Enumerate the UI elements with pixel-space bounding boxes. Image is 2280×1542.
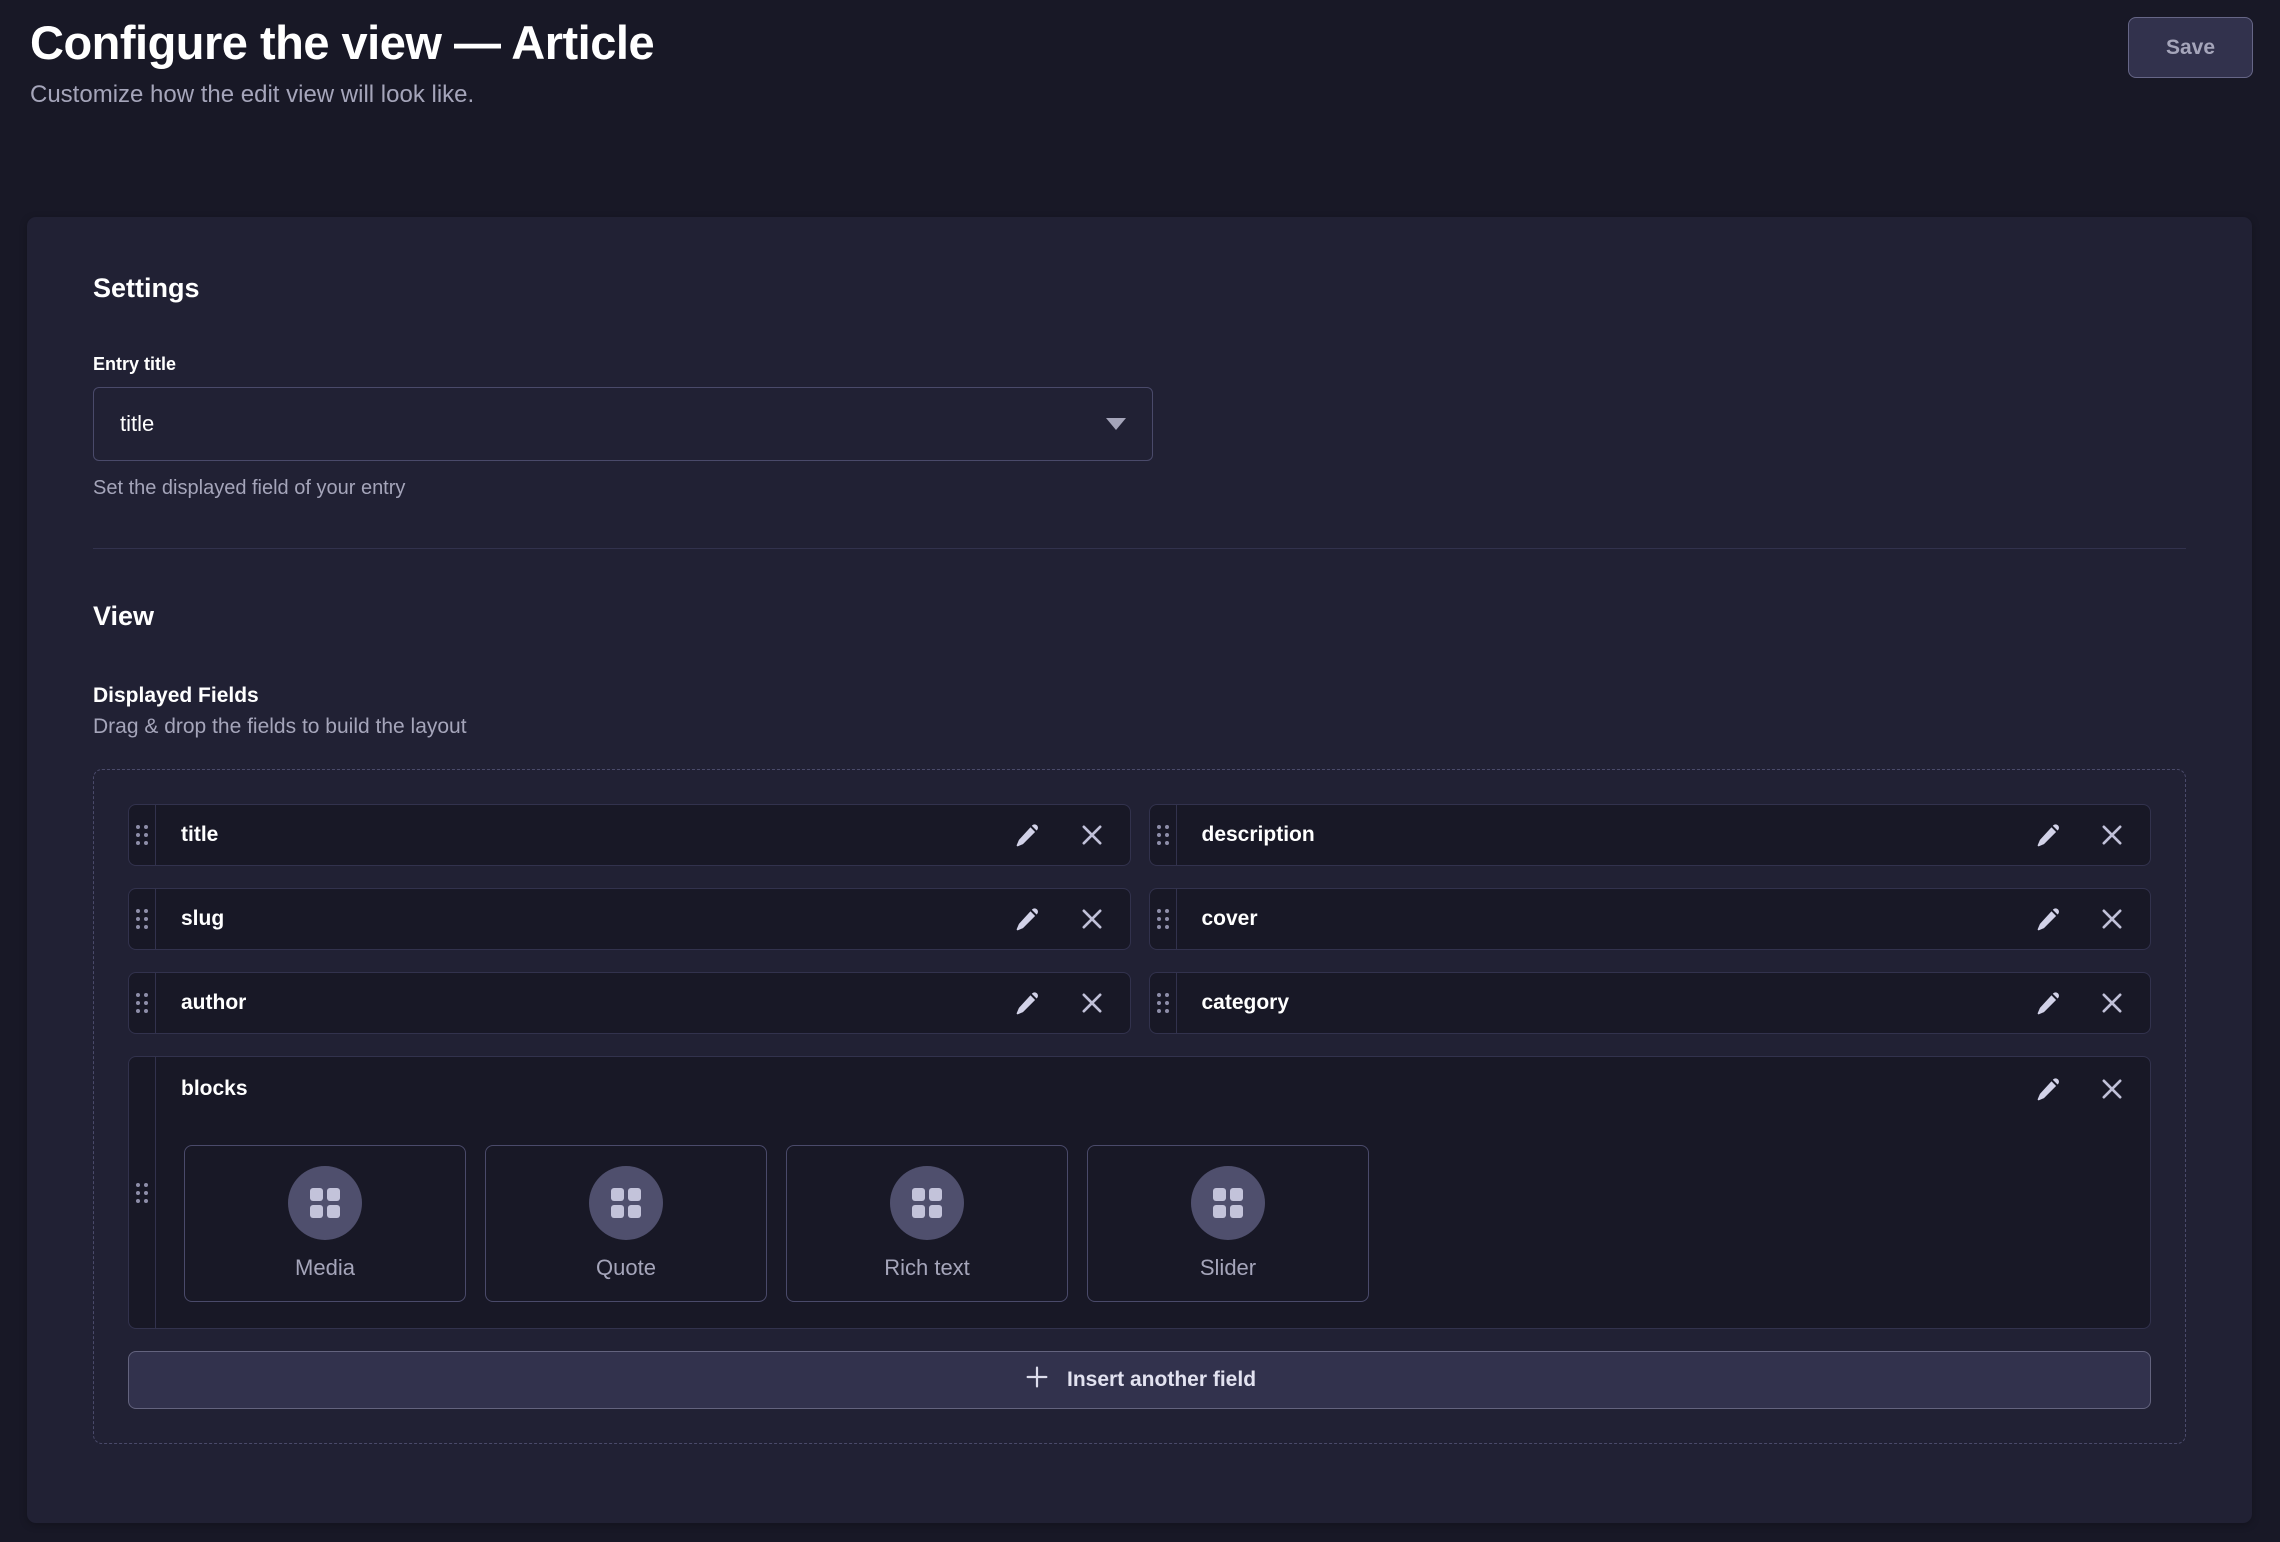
remove-field-button[interactable]: [2096, 903, 2128, 935]
drag-handle[interactable]: [1150, 973, 1177, 1033]
field-name: description: [1202, 823, 2033, 847]
page-header: Configure the view — Article Customize h…: [0, 0, 2280, 217]
section-divider: [93, 548, 2186, 549]
entry-title-select[interactable]: title: [93, 387, 1153, 461]
component-label: Media: [295, 1255, 355, 1281]
configure-view-panel: Settings Entry title title Set the displ…: [27, 217, 2252, 1523]
drag-handle-icon: [1157, 909, 1169, 929]
edit-field-button[interactable]: [2032, 1073, 2064, 1105]
component-label: Rich text: [884, 1255, 970, 1281]
field-name: author: [181, 991, 1012, 1015]
drag-handle[interactable]: [129, 973, 156, 1033]
field-card-author: author: [128, 972, 1131, 1034]
component-grid-icon: [611, 1188, 641, 1218]
pencil-icon: [2035, 1076, 2062, 1103]
field-card-description: description: [1149, 804, 2152, 866]
displayed-fields-heading: Displayed Fields: [93, 684, 2186, 708]
remove-field-button[interactable]: [1076, 903, 1108, 935]
insert-another-field-label: Insert another field: [1067, 1368, 1256, 1392]
field-name: blocks: [181, 1077, 2032, 1101]
drag-handle-icon: [1157, 993, 1169, 1013]
drag-handle[interactable]: [129, 1057, 156, 1328]
pencil-icon: [1014, 906, 1041, 933]
edit-field-button[interactable]: [2032, 903, 2064, 935]
close-icon: [2098, 905, 2126, 933]
remove-field-button[interactable]: [1076, 987, 1108, 1019]
chevron-down-icon: [1106, 418, 1126, 430]
component-label: Quote: [596, 1255, 656, 1281]
remove-field-button[interactable]: [2096, 987, 2128, 1019]
edit-field-button[interactable]: [2032, 987, 2064, 1019]
field-card-category: category: [1149, 972, 2152, 1034]
close-icon: [1078, 989, 1106, 1017]
edit-field-button[interactable]: [2032, 819, 2064, 851]
page-title: Configure the view — Article: [30, 14, 2250, 73]
settings-heading: Settings: [93, 273, 2186, 304]
pencil-icon: [2035, 990, 2062, 1017]
remove-field-button[interactable]: [1076, 819, 1108, 851]
field-card-cover: cover: [1149, 888, 2152, 950]
close-icon: [1078, 905, 1106, 933]
fields-dropzone: title description: [93, 769, 2186, 1444]
entry-title-selected-value: title: [120, 411, 154, 437]
save-button[interactable]: Save: [2128, 17, 2253, 78]
drag-handle[interactable]: [129, 889, 156, 949]
entry-title-hint: Set the displayed field of your entry: [93, 477, 2186, 500]
remove-field-button[interactable]: [2096, 819, 2128, 851]
component-grid-icon: [1213, 1188, 1243, 1218]
component-card-media[interactable]: Media: [184, 1145, 466, 1302]
edit-field-button[interactable]: [1012, 987, 1044, 1019]
insert-another-field-button[interactable]: Insert another field: [128, 1351, 2151, 1409]
drag-handle-icon: [136, 993, 148, 1013]
component-card-rich-text[interactable]: Rich text: [786, 1145, 1068, 1302]
entry-title-label: Entry title: [93, 354, 2186, 375]
remove-field-button[interactable]: [2096, 1073, 2128, 1105]
field-name: title: [181, 823, 1012, 847]
edit-field-button[interactable]: [1012, 819, 1044, 851]
plus-icon: [1023, 1363, 1051, 1397]
component-grid-icon: [912, 1188, 942, 1218]
fields-grid: title description: [128, 804, 2151, 1034]
field-name: category: [1202, 991, 2033, 1015]
drag-handle[interactable]: [129, 805, 156, 865]
close-icon: [1078, 821, 1106, 849]
edit-field-button[interactable]: [1012, 903, 1044, 935]
displayed-fields-hint: Drag & drop the fields to build the layo…: [93, 715, 2186, 739]
field-name: slug: [181, 907, 1012, 931]
component-card-quote[interactable]: Quote: [485, 1145, 767, 1302]
field-card-title: title: [128, 804, 1131, 866]
close-icon: [2098, 989, 2126, 1017]
field-card-slug: slug: [128, 888, 1131, 950]
pencil-icon: [2035, 822, 2062, 849]
drag-handle[interactable]: [1150, 805, 1177, 865]
component-grid-icon: [310, 1188, 340, 1218]
pencil-icon: [1014, 822, 1041, 849]
field-card-blocks: blocks Media Quote: [128, 1056, 2151, 1329]
drag-handle[interactable]: [1150, 889, 1177, 949]
blocks-components-row: Media Quote Rich text Slider: [181, 1145, 2128, 1302]
pencil-icon: [1014, 990, 1041, 1017]
component-card-slider[interactable]: Slider: [1087, 1145, 1369, 1302]
page-subtitle: Customize how the edit view will look li…: [30, 81, 2250, 109]
drag-handle-icon: [136, 825, 148, 845]
close-icon: [2098, 821, 2126, 849]
view-heading: View: [93, 601, 2186, 632]
component-label: Slider: [1200, 1255, 1256, 1281]
field-name: cover: [1202, 907, 2033, 931]
entry-title-field: Entry title title Set the displayed fiel…: [93, 354, 2186, 500]
drag-handle-icon: [136, 1183, 148, 1203]
drag-handle-icon: [136, 909, 148, 929]
pencil-icon: [2035, 906, 2062, 933]
drag-handle-icon: [1157, 825, 1169, 845]
close-icon: [2098, 1075, 2126, 1103]
